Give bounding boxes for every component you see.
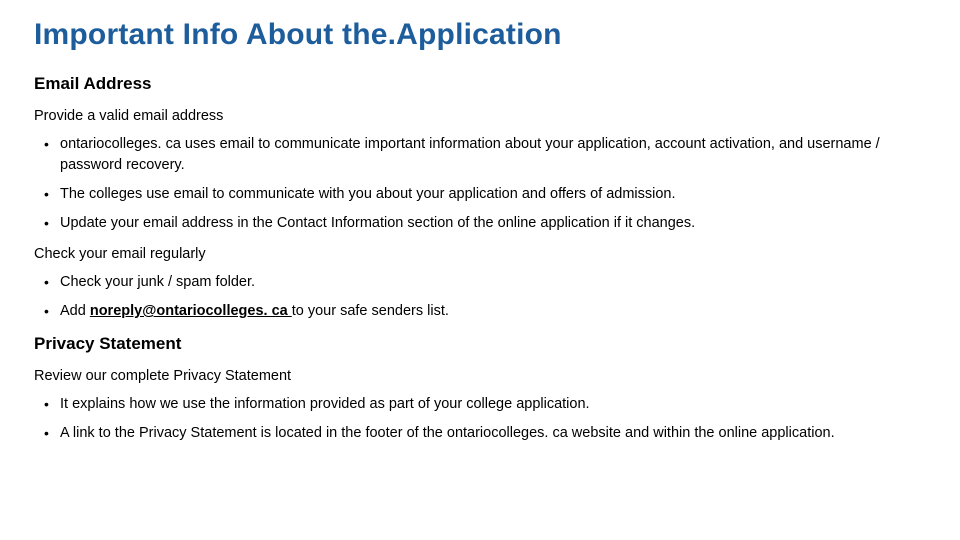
- page-title: Important Info About the.Application: [34, 18, 926, 52]
- list-check-regularly: Check your junk / spam folder. Add norep…: [34, 272, 926, 322]
- email-item-suffix: to your safe senders list.: [292, 303, 449, 319]
- noreply-email-link[interactable]: noreply@ontariocolleges. ca: [90, 303, 292, 319]
- list-privacy: It explains how we use the information p…: [34, 394, 926, 444]
- section-heading-privacy: Privacy Statement: [34, 334, 926, 354]
- section-heading-email: Email Address: [34, 74, 926, 94]
- list-item: It explains how we use the information p…: [34, 394, 926, 415]
- document-page: Important Info About the.Application Ema…: [0, 0, 960, 474]
- list-item: The colleges use email to communicate wi…: [34, 184, 926, 205]
- list-item: ontariocolleges. ca uses email to commun…: [34, 134, 926, 176]
- list-item: Add noreply@ontariocolleges. ca to your …: [34, 301, 926, 322]
- list-item: Check your junk / spam folder.: [34, 272, 926, 293]
- sub-heading-provide-valid: Provide a valid email address: [34, 108, 926, 124]
- email-item-prefix: Add: [60, 303, 90, 319]
- sub-heading-review-privacy: Review our complete Privacy Statement: [34, 368, 926, 384]
- section-email-address: Email Address Provide a valid email addr…: [34, 74, 926, 322]
- sub-heading-check-regularly: Check your email regularly: [34, 246, 926, 262]
- list-item: Update your email address in the Contact…: [34, 213, 926, 234]
- section-privacy-statement: Privacy Statement Review our complete Pr…: [34, 334, 926, 444]
- list-provide-valid: ontariocolleges. ca uses email to commun…: [34, 134, 926, 234]
- list-item: A link to the Privacy Statement is locat…: [34, 423, 926, 444]
